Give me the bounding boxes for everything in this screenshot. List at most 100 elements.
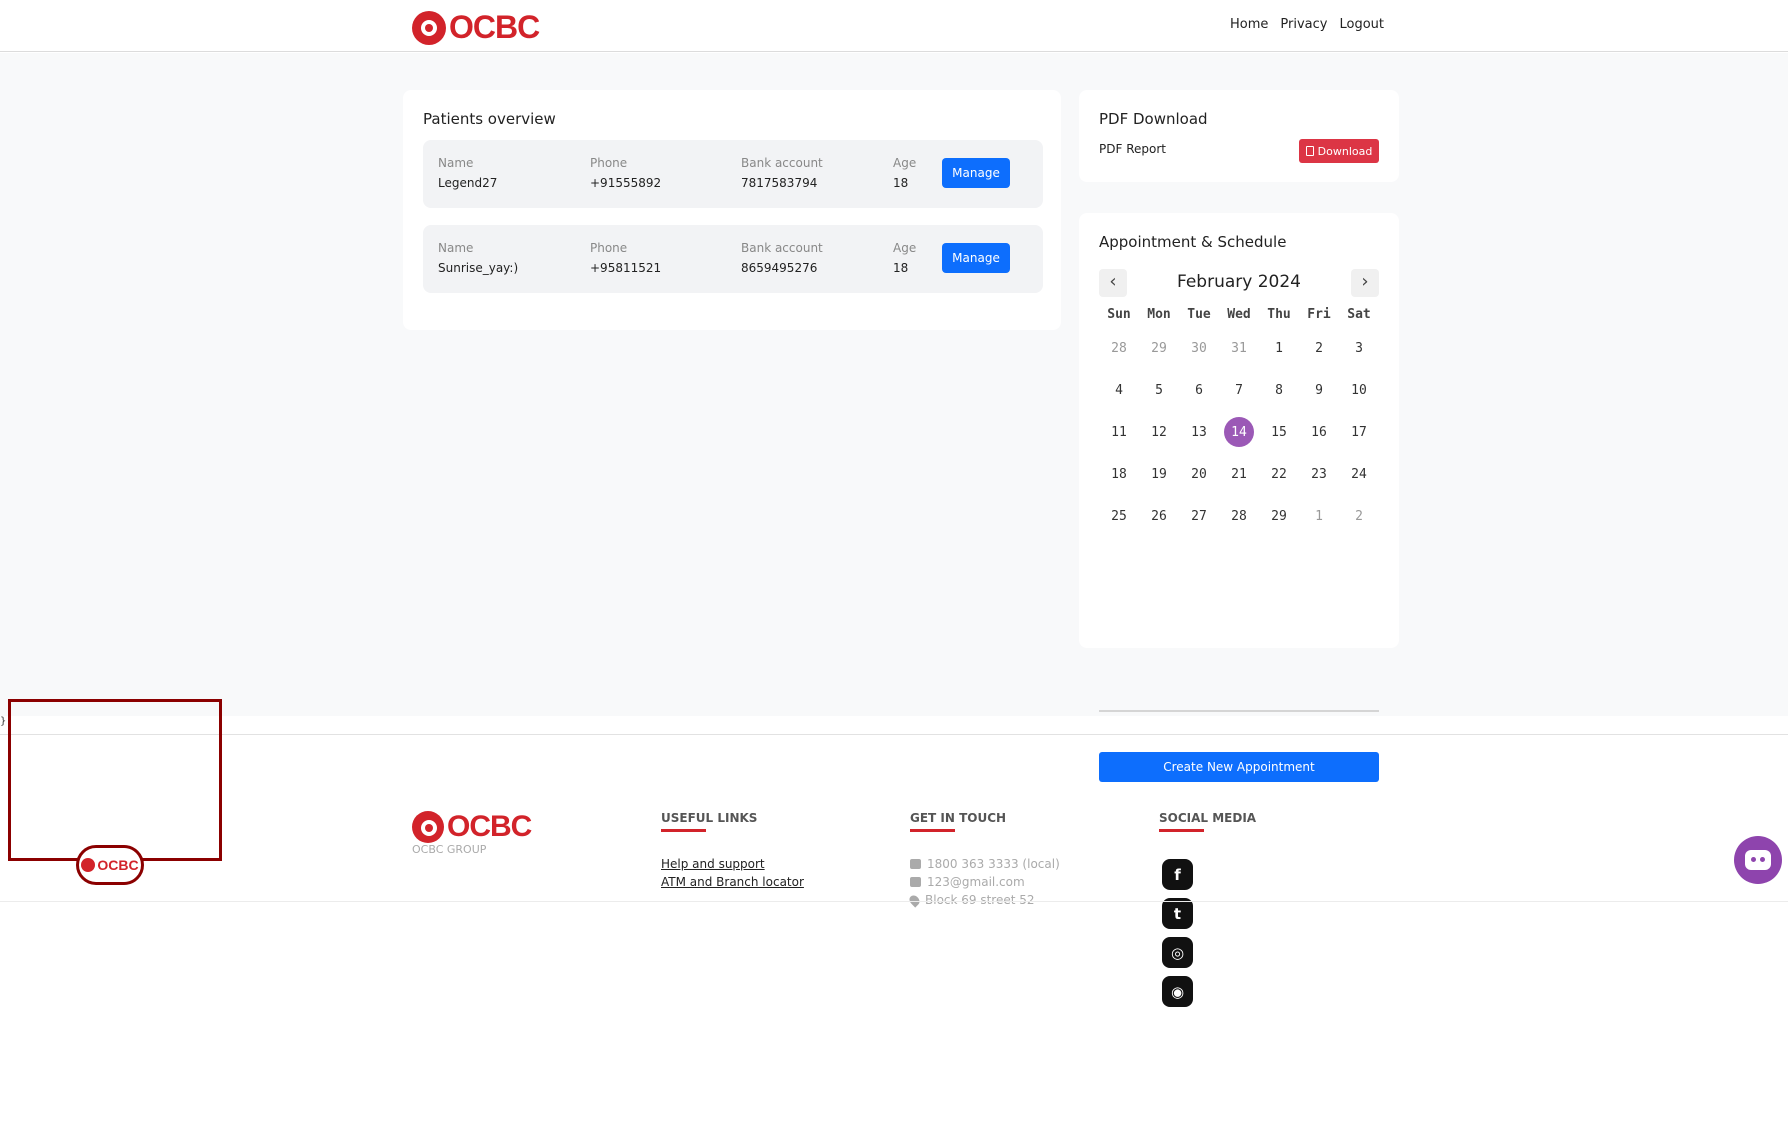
calendar-day[interactable]: 2 xyxy=(1339,495,1379,537)
calendar-day[interactable]: 9 xyxy=(1299,369,1339,411)
pdf-report-label: PDF Report xyxy=(1099,142,1166,156)
calendar-grid: Sun Mon Tue Wed Thu Fri Sat 28 29 30 31 1 2 3 4… xyxy=(1099,303,1379,537)
ocbc-logo-icon xyxy=(81,858,96,872)
calendar-day[interactable]: 8 xyxy=(1259,369,1299,411)
calendar-day[interactable]: 1 xyxy=(1259,327,1299,369)
calendar-day[interactable]: 29 xyxy=(1139,327,1179,369)
calendar-day[interactable]: 11 xyxy=(1099,411,1139,453)
calendar-day[interactable]: 7 xyxy=(1219,369,1259,411)
social-media-title: SOCIAL MEDIA xyxy=(1159,811,1257,825)
calendar-day[interactable]: 5 xyxy=(1139,369,1179,411)
calendar-day[interactable]: 15 xyxy=(1259,411,1299,453)
patient-row: Name Sunrise_yay:) Phone +95811521 Bank … xyxy=(423,225,1043,293)
patient-bank-col: Bank account 7817583794 xyxy=(741,156,823,190)
weekday-label: Sun xyxy=(1107,307,1131,322)
contact-phone-text: 1800 363 3333 (local) xyxy=(927,857,1060,871)
patient-bank-account: 7817583794 xyxy=(741,176,818,190)
nav-privacy-link[interactable]: Privacy xyxy=(1280,17,1327,32)
calendar-day-number: 31 xyxy=(1231,340,1247,356)
calendar-day[interactable]: 18 xyxy=(1099,453,1139,495)
nav-links: Home Privacy Logout xyxy=(1230,17,1384,32)
calendar-day-selected[interactable]: 14 xyxy=(1219,411,1259,453)
calendar-day[interactable]: 29 xyxy=(1259,495,1299,537)
calendar-day-number: 13 xyxy=(1191,424,1207,440)
calendar-day-number: 19 xyxy=(1151,466,1167,482)
prev-month-icon[interactable]: ‹ xyxy=(1099,269,1127,297)
calendar-day[interactable]: 6 xyxy=(1179,369,1219,411)
calendar-day[interactable]: 19 xyxy=(1139,453,1179,495)
calendar-day-number: 1 xyxy=(1275,340,1283,356)
twitter-icon[interactable]: t xyxy=(1162,898,1193,929)
calendar-day[interactable]: 31 xyxy=(1219,327,1259,369)
calendar-day-number: 7 xyxy=(1235,382,1243,398)
calendar-day[interactable]: 25 xyxy=(1099,495,1139,537)
calendar-day[interactable]: 28 xyxy=(1099,327,1139,369)
bank-account-label: Bank account xyxy=(741,156,823,170)
calendar-day[interactable]: 10 xyxy=(1339,369,1379,411)
calendar-day-number: 2 xyxy=(1355,508,1363,524)
ocbc-logo-icon xyxy=(412,811,444,843)
calendar-day-number: 6 xyxy=(1195,382,1203,398)
atm-branch-locator-link[interactable]: ATM and Branch locator xyxy=(661,875,804,889)
calendar-day-number: 29 xyxy=(1271,508,1287,524)
calendar-day[interactable]: 21 xyxy=(1219,453,1259,495)
calendar-day[interactable]: 16 xyxy=(1299,411,1339,453)
calendar-day-number: 25 xyxy=(1111,508,1127,524)
ocbc-logo-icon xyxy=(412,10,446,45)
name-label: Name xyxy=(438,156,474,170)
calendar-day[interactable]: 17 xyxy=(1339,411,1379,453)
nav-home-link[interactable]: Home xyxy=(1230,17,1268,32)
calendar-day[interactable]: 2 xyxy=(1299,327,1339,369)
create-appointment-button[interactable]: Create New Appointment xyxy=(1099,752,1379,782)
calendar-day[interactable]: 13 xyxy=(1179,411,1219,453)
footer-top-divider xyxy=(0,734,1788,735)
age-label: Age xyxy=(893,156,917,170)
map-pin-icon xyxy=(907,892,922,908)
ocbc-logo[interactable]: OCBC xyxy=(412,9,540,46)
calendar-day[interactable]: 27 xyxy=(1179,495,1219,537)
calendar-day[interactable]: 28 xyxy=(1219,495,1259,537)
manage-button[interactable]: Manage xyxy=(942,158,1010,188)
calendar-day-number: 27 xyxy=(1191,508,1207,524)
calendar-day[interactable]: 1 xyxy=(1299,495,1339,537)
calendar-day[interactable]: 24 xyxy=(1339,453,1379,495)
footer-ocbc-logo[interactable]: OCBC xyxy=(412,810,532,844)
footer-bottom-divider xyxy=(0,901,1788,902)
calendar-day-number: 14 xyxy=(1224,417,1254,447)
calendar-day-number: 4 xyxy=(1115,382,1123,398)
age-label: Age xyxy=(893,241,917,255)
manage-button[interactable]: Manage xyxy=(942,243,1010,273)
calendar-day-number: 1 xyxy=(1315,508,1323,524)
patient-phone: +95811521 xyxy=(590,261,662,275)
help-support-link[interactable]: Help and support xyxy=(661,857,765,871)
github-icon[interactable]: ◉ xyxy=(1162,976,1193,1007)
download-button[interactable]: Download xyxy=(1299,139,1379,163)
calendar-day-number: 17 xyxy=(1351,424,1367,440)
calendar-day[interactable]: 3 xyxy=(1339,327,1379,369)
calendar-day[interactable]: 30 xyxy=(1179,327,1219,369)
calendar-day-number: 3 xyxy=(1355,340,1363,356)
weekday-label: Sat xyxy=(1347,307,1371,322)
calendar-day[interactable]: 22 xyxy=(1259,453,1299,495)
calendar-day[interactable]: 26 xyxy=(1139,495,1179,537)
calendar-day[interactable]: 23 xyxy=(1299,453,1339,495)
contact-address-text: Block 69 street 52 xyxy=(925,893,1035,907)
useful-links-underline xyxy=(661,829,706,832)
appointment-card: Appointment & Schedule February 2024 ‹ ›… xyxy=(1079,213,1399,782)
footer-logo-text: OCBC xyxy=(447,810,532,843)
calendar-day-number: 28 xyxy=(1111,340,1127,356)
next-month-icon[interactable]: › xyxy=(1351,269,1379,297)
patient-phone-col: Phone +95811521 xyxy=(590,241,661,275)
chatbot-button[interactable] xyxy=(1734,836,1782,884)
facebook-icon[interactable]: f xyxy=(1162,859,1193,890)
mini-logo-text: OCBC xyxy=(97,857,139,873)
nav-logout-link[interactable]: Logout xyxy=(1339,17,1384,32)
calendar-day[interactable]: 4 xyxy=(1099,369,1139,411)
calendar-day-number: 12 xyxy=(1151,424,1167,440)
phone-icon xyxy=(910,859,921,869)
calendar-day-number: 22 xyxy=(1271,466,1287,482)
calendar-day[interactable]: 12 xyxy=(1139,411,1179,453)
instagram-icon[interactable]: ◎ xyxy=(1162,937,1193,968)
calendar-day[interactable]: 20 xyxy=(1179,453,1219,495)
patient-age: 18 xyxy=(893,176,909,190)
